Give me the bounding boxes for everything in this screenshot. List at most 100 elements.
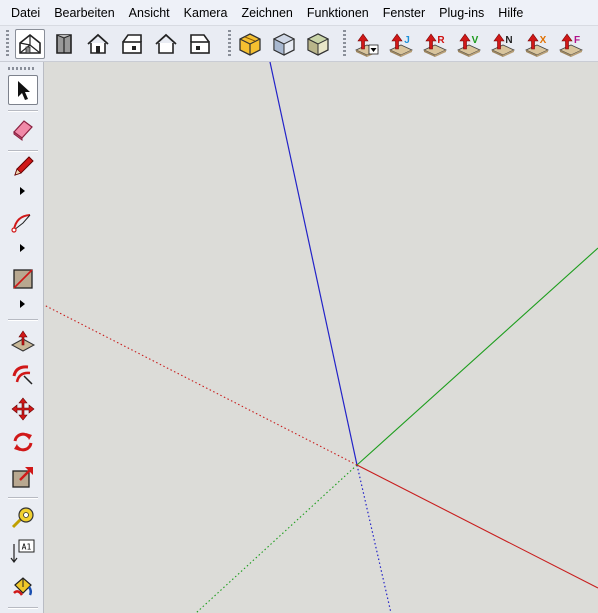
menu-zeichnen[interactable]: Zeichnen	[234, 2, 299, 24]
arc-tool-button[interactable]	[8, 208, 38, 238]
left-view-button[interactable]	[185, 29, 215, 59]
front-view-button[interactable]	[83, 29, 113, 59]
toolbar-grip[interactable]	[6, 30, 9, 58]
divider	[8, 319, 38, 320]
rotate-tool-button[interactable]	[8, 427, 38, 457]
menu-funktionen[interactable]: Funktionen	[300, 2, 376, 24]
plugin-v-button[interactable]: V	[454, 29, 484, 59]
scale-icon	[12, 467, 33, 488]
follow-me-tool-button[interactable]	[8, 360, 38, 390]
pencil-icon	[14, 156, 34, 176]
styles-toolbar	[235, 28, 337, 60]
paint-bucket-icon	[13, 577, 33, 596]
plugin-n-button[interactable]: N	[488, 29, 518, 59]
plugin-j-button[interactable]: J	[386, 29, 416, 59]
toolbar-grip[interactable]	[228, 30, 231, 58]
menu-datei[interactable]: Datei	[4, 2, 47, 24]
axes-canvas	[44, 62, 598, 613]
tape-measure-tool-button[interactable]	[8, 503, 38, 533]
flyout-arrow-icon[interactable]	[19, 299, 27, 309]
menu-plugins[interactable]: Plug-ins	[432, 2, 491, 24]
plugin-f-icon: F	[559, 33, 583, 57]
right-view-icon	[122, 34, 142, 54]
green-axis-positive	[356, 247, 598, 466]
plugin-x-icon: X	[525, 33, 549, 57]
plugin-r-button[interactable]: R	[420, 29, 450, 59]
plugin-letter: V	[472, 35, 479, 46]
text-icon: A1	[10, 539, 35, 563]
shaded-style-icon	[306, 33, 330, 56]
eraser-icon	[13, 120, 33, 141]
text-tool-button[interactable]: A1	[8, 536, 38, 566]
plugin-letter: X	[540, 35, 547, 46]
dropdown-icon	[368, 44, 379, 55]
plugin-f-button[interactable]: F	[556, 29, 586, 59]
menu-hilfe[interactable]: Hilfe	[491, 2, 530, 24]
follow-me-icon	[12, 365, 33, 385]
red-axis-positive	[356, 464, 598, 589]
menu-bar: Datei Bearbeiten Ansicht Kamera Zeichnen…	[0, 0, 598, 26]
iso-view-icon	[19, 33, 41, 54]
plugin-n-icon: N	[491, 33, 515, 57]
divider	[8, 110, 38, 111]
plugin-v-icon: V	[457, 33, 481, 57]
paint-bucket-tool-button[interactable]	[8, 571, 38, 601]
plugin-letter: R	[437, 35, 445, 46]
rectangle-icon	[13, 269, 33, 289]
left-toolbar: A1	[0, 62, 44, 613]
eraser-tool-button[interactable]	[8, 114, 38, 144]
back-view-icon	[155, 33, 177, 54]
shaded-style-button[interactable]	[303, 29, 333, 59]
wireframe-style-icon	[272, 33, 296, 56]
plugin-letter: N	[505, 35, 512, 46]
toolbar-grip[interactable]	[8, 67, 36, 70]
wireframe-style-button[interactable]	[269, 29, 299, 59]
plugin-push-dropdown-button[interactable]	[352, 29, 382, 59]
flyout-arrow-icon[interactable]	[19, 186, 27, 196]
green-axis-negative	[195, 464, 358, 613]
push-pull-tool-button[interactable]	[8, 326, 38, 356]
select-arrow-icon	[18, 81, 30, 100]
toolbar-grip[interactable]	[343, 30, 346, 58]
push-pull-icon	[10, 330, 36, 352]
right-view-button[interactable]	[117, 29, 147, 59]
menu-bearbeiten[interactable]: Bearbeiten	[47, 2, 121, 24]
plugin-letter: F	[574, 35, 580, 46]
divider	[8, 150, 38, 151]
plugin-letter: J	[404, 35, 410, 46]
iso-view-button[interactable]	[15, 29, 45, 59]
blue-axis-negative	[356, 464, 392, 613]
move-tool-button[interactable]	[8, 394, 38, 424]
pencil-tool-button[interactable]	[8, 152, 38, 182]
plugin-r-icon: R	[423, 33, 447, 57]
xray-style-button[interactable]	[235, 29, 265, 59]
select-tool-button[interactable]	[8, 75, 38, 105]
menu-kamera[interactable]: Kamera	[177, 2, 235, 24]
move-icon	[11, 397, 35, 421]
back-view-button[interactable]	[151, 29, 181, 59]
plugin-push-dropdown-icon	[355, 33, 379, 57]
top-view-button[interactable]	[49, 29, 79, 59]
plugin-x-button[interactable]: X	[522, 29, 552, 59]
tape-measure-icon	[11, 507, 34, 529]
scale-tool-button[interactable]	[8, 462, 38, 492]
divider	[8, 497, 38, 498]
drawing-canvas[interactable]	[44, 62, 598, 613]
menu-ansicht[interactable]: Ansicht	[122, 2, 177, 24]
left-view-icon	[190, 34, 210, 54]
front-view-icon	[87, 33, 109, 54]
menu-fenster[interactable]: Fenster	[376, 2, 432, 24]
rectangle-tool-button[interactable]	[8, 264, 38, 294]
divider	[8, 607, 38, 608]
views-toolbar	[15, 28, 219, 60]
top-toolbar: JRVNXF	[0, 26, 598, 62]
rotate-icon	[13, 432, 33, 452]
text-tool-label: A1	[22, 543, 32, 552]
xray-style-icon	[239, 33, 261, 56]
plugins-toolbar: JRVNXF	[352, 28, 590, 60]
flyout-arrow-icon[interactable]	[19, 243, 27, 253]
plugin-j-icon: J	[389, 33, 413, 57]
top-view-icon	[56, 34, 72, 54]
arc-icon	[11, 214, 31, 233]
red-axis-negative	[44, 304, 358, 466]
